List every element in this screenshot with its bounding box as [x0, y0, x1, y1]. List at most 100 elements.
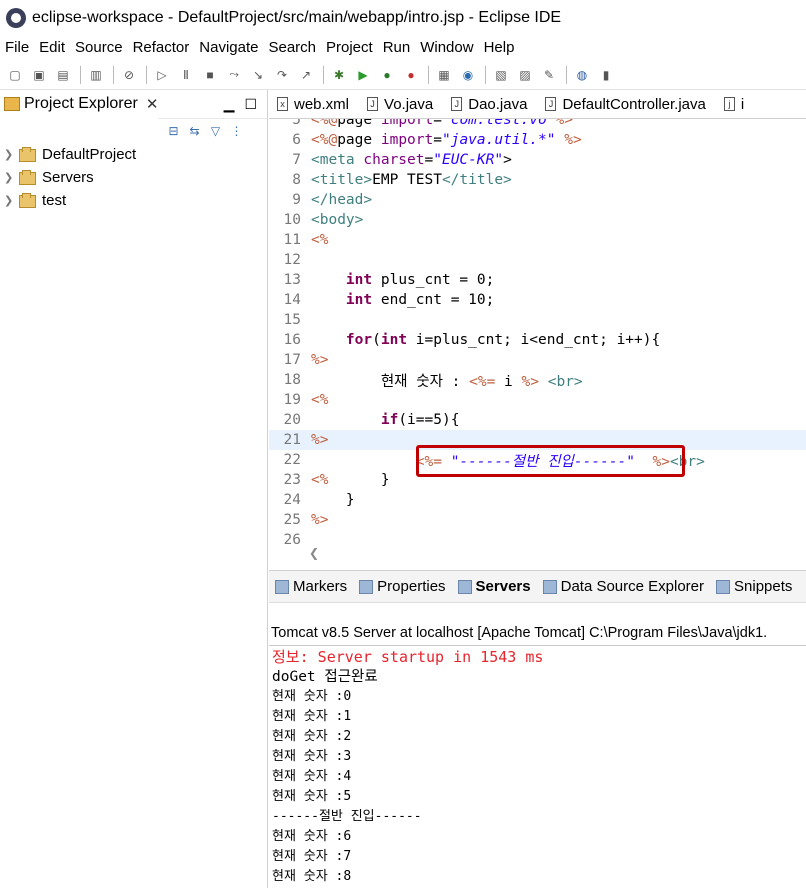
code-editor: x web.xml J Vo.java J Dao.java J DefaultCont… — [269, 90, 806, 570]
menu-search[interactable]: Search — [263, 39, 321, 56]
terminate-icon[interactable]: ■ — [199, 65, 221, 85]
menu-refactor[interactable]: Refactor — [128, 39, 195, 56]
project-explorer-tab[interactable]: Project Explorer ✕ — [0, 89, 159, 119]
divider — [269, 645, 806, 646]
code-text: <% — [311, 392, 329, 408]
line-number: 8 — [292, 172, 301, 188]
view-menu-icon[interactable]: ⋮ — [228, 123, 245, 140]
step-into-icon[interactable]: ↘ — [247, 65, 269, 85]
tab-servers[interactable]: Servers — [452, 578, 537, 595]
project-folder-icon — [18, 147, 38, 162]
tab-defaultcontroller-java[interactable]: J DefaultController.java — [537, 90, 715, 118]
run-icon[interactable]: ▶ — [352, 65, 374, 85]
markers-icon — [275, 579, 289, 594]
line-number: 24 — [283, 492, 301, 508]
link-editor-icon[interactable]: ⇆ — [186, 123, 203, 140]
project-tree: ❯ DefaultProject ❯ Servers ❯ test — [0, 143, 267, 212]
disconnect-icon[interactable]: ⤳ — [223, 65, 245, 85]
tab-label: Servers — [475, 578, 531, 595]
chevron-right-icon[interactable]: ❯ — [4, 171, 18, 184]
globe-icon[interactable]: ◍ — [571, 65, 593, 85]
tab-intro-jsp[interactable]: ji — [716, 90, 754, 118]
open-type-icon[interactable]: ▧ — [490, 65, 512, 85]
code-text: 현재 숫자 : <%= i %> <br> — [311, 373, 583, 390]
tree-item-servers[interactable]: ❯ Servers — [4, 166, 267, 189]
toolbar-separator — [323, 65, 324, 84]
tab-web-xml[interactable]: x web.xml — [269, 90, 359, 118]
editor-tabs: x web.xml J Vo.java J Dao.java J DefaultCont… — [269, 90, 806, 119]
line-number: 20 — [283, 412, 301, 428]
menu-navigate[interactable]: Navigate — [194, 39, 263, 56]
code-text: <title>EMP TEST</title> — [311, 172, 512, 188]
suspend-icon[interactable]: Ⅱ — [175, 65, 197, 85]
console-line: 현재 숫자 :4 — [272, 769, 352, 784]
menu-edit[interactable]: Edit — [34, 39, 70, 56]
xml-file-icon: x — [277, 97, 288, 111]
menu-run[interactable]: Run — [378, 39, 416, 56]
skip-breakpoints-icon[interactable]: ⊘ — [118, 65, 140, 85]
line-number: 26 — [283, 532, 301, 548]
tab-dao-java[interactable]: J Dao.java — [443, 90, 537, 118]
line-number: 25 — [283, 512, 301, 528]
step-return-icon[interactable]: ↗ — [295, 65, 317, 85]
code-line: 17 %> — [269, 350, 806, 370]
terminal-icon[interactable]: ▥ — [85, 65, 107, 85]
menu-window[interactable]: Window — [415, 39, 478, 56]
code-text: <meta charset="EUC-KR"> — [311, 152, 512, 168]
resume-icon[interactable]: ▷ — [151, 65, 173, 85]
code-line: 5 <%@page import="com.test.vo"%> — [269, 119, 806, 130]
tab-markers[interactable]: Markers — [269, 578, 353, 595]
minimize-icon[interactable]: ▁ — [224, 96, 235, 113]
tree-item-test[interactable]: ❯ test — [4, 189, 267, 212]
tab-vo-java[interactable]: J Vo.java — [359, 90, 443, 118]
close-icon[interactable]: ✕ — [146, 95, 159, 113]
chevron-right-icon[interactable]: ❯ — [4, 148, 18, 161]
menu-help[interactable]: Help — [479, 39, 520, 56]
project-explorer-panel: Project Explorer ✕ ▁ ☐ ⊟ ⇆ ▽ ⋮ ❯ Default… — [0, 89, 268, 888]
scroll-left-icon[interactable]: ❮ — [309, 546, 319, 560]
collapse-all-icon[interactable]: ⊟ — [165, 123, 182, 140]
java-file-icon: J — [451, 97, 463, 111]
chevron-right-icon[interactable]: ❯ — [4, 194, 18, 207]
code-text: <%@page import="java.util.*" %> — [311, 132, 582, 148]
new-class-icon[interactable]: ◉ — [457, 65, 479, 85]
tab-data-source-explorer[interactable]: Data Source Explorer — [537, 578, 710, 595]
coverage-icon[interactable]: ● — [400, 65, 422, 85]
database-icon — [542, 579, 557, 594]
code-line: 16 for(int i=plus_cnt; i<end_cnt; i++){ — [269, 330, 806, 350]
debug-icon[interactable]: ✱ — [328, 65, 350, 85]
menu-file[interactable]: File — [0, 39, 34, 56]
menu-source[interactable]: Source — [70, 39, 128, 56]
tab-label: DefaultController.java — [562, 95, 706, 113]
new-icon[interactable]: ▢ — [4, 65, 26, 85]
toolbar-separator — [566, 65, 567, 84]
open-task-icon[interactable]: ▨ — [514, 65, 536, 85]
pin-icon[interactable]: ▮ — [595, 65, 617, 85]
filter-icon[interactable]: ▽ — [207, 123, 224, 140]
folder-icon — [18, 170, 38, 185]
menu-project[interactable]: Project — [321, 39, 378, 56]
code-line: 9 </head> — [269, 190, 806, 210]
tab-snippets[interactable]: Snippets — [710, 578, 798, 595]
console-line: 현재 숫자 :2 — [272, 729, 352, 744]
project-explorer-toolbar: ⊟ ⇆ ▽ ⋮ — [0, 119, 267, 143]
tab-label: Snippets — [734, 578, 793, 595]
search-icon[interactable]: ✎ — [538, 65, 560, 85]
run-server-icon[interactable]: ● — [376, 65, 398, 85]
console-line: 현재 숫자 :1 — [272, 709, 352, 724]
maximize-icon[interactable]: ☐ — [244, 96, 257, 113]
code-area[interactable]: 5 <%@page import="com.test.vo"%> 6 <%@page … — [269, 119, 806, 549]
tree-item-defaultproject[interactable]: ❯ DefaultProject — [4, 143, 267, 166]
save-all-icon[interactable]: ▤ — [52, 65, 74, 85]
tab-label: Dao.java — [468, 95, 528, 113]
code-text: int plus_cnt = 0; — [345, 272, 495, 288]
toolbar-separator — [428, 65, 429, 84]
console-line: 현재 숫자 :5 — [272, 789, 352, 804]
code-text: %> — [311, 352, 329, 368]
save-icon[interactable]: ▣ — [28, 65, 50, 85]
new-package-icon[interactable]: ▦ — [433, 65, 455, 85]
step-over-icon[interactable]: ↷ — [271, 65, 293, 85]
code-text: <body> — [311, 212, 364, 228]
tab-properties[interactable]: Properties — [353, 578, 451, 595]
code-text: } — [311, 492, 355, 508]
